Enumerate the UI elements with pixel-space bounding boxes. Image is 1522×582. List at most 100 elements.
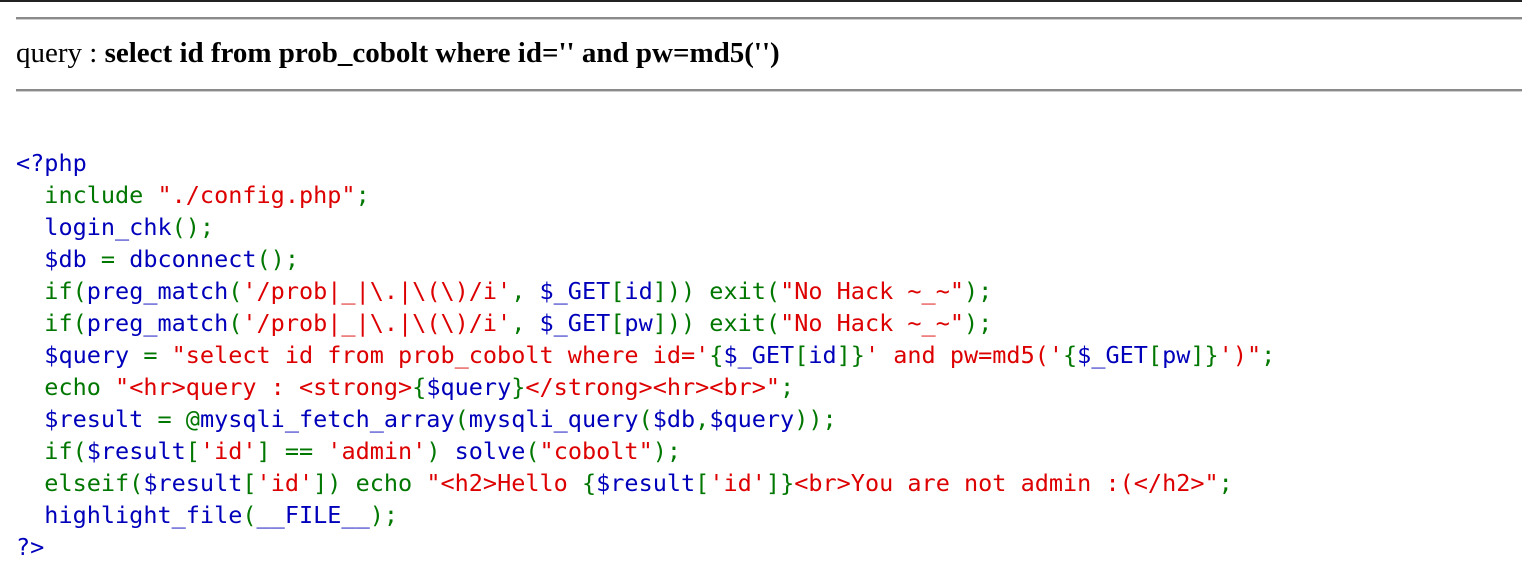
query-text: select id from prob_cobolt where id='' a… <box>104 37 780 69</box>
code-token-keyword: ) <box>426 437 455 465</box>
code-line: <?php <box>16 147 1275 179</box>
code-token-string: "No Hack ~_~" <box>780 309 964 337</box>
code-token-keyword: ])) exit( <box>652 277 781 305</box>
code-token-keyword: = <box>100 245 130 273</box>
code-token-keyword: [ <box>794 341 809 369</box>
code-token-keyword: ]} <box>765 469 795 497</box>
code-line: highlight_file(__FILE__); <box>16 499 1275 531</box>
code-token-keyword: ]} <box>836 341 865 369</box>
code-token-keyword: [ <box>185 437 200 465</box>
code-token-keyword: = <box>143 341 172 369</box>
code-token-keyword: ( <box>525 437 540 465</box>
code-token-default: preg_match <box>86 277 229 305</box>
top-edge <box>0 0 1522 2</box>
code-token-default: $db <box>16 245 101 273</box>
code-line: if($result['id'] == 'admin') solve("cobo… <box>16 435 1275 467</box>
code-token-keyword: [ <box>1147 341 1163 369</box>
code-token-string: "./config.php" <box>157 181 356 209</box>
code-token-keyword: (); <box>256 245 299 273</box>
code-token-keyword: ( <box>228 277 243 305</box>
code-token-default: id <box>624 277 653 305</box>
code-token-keyword: [ <box>242 469 257 497</box>
code-token-string: "cobolt" <box>539 437 653 465</box>
code-token-keyword: ; <box>780 373 795 401</box>
code-token-string: </strong><hr><br>" <box>525 373 781 401</box>
code-token-default: mysqli_fetch_array <box>199 405 455 433</box>
code-token-keyword: , <box>695 405 710 433</box>
code-line: $query = "select id from prob_cobolt whe… <box>16 339 1275 371</box>
code-token-string: "No Hack ~_~" <box>780 277 964 305</box>
code-token-default: pw <box>624 309 653 337</box>
code-token-default: $result <box>143 469 243 497</box>
code-token-default: $result <box>86 437 186 465</box>
code-token-keyword: } <box>511 373 526 401</box>
horizontal-rule-bottom <box>16 89 1522 92</box>
code-token-keyword: [ <box>610 277 625 305</box>
code-line: if(preg_match('/prob|_|\.|\(\)/i', $_GET… <box>16 275 1275 307</box>
code-token-keyword: , <box>511 277 540 305</box>
code-token-string: ')" <box>1218 341 1262 369</box>
code-token-default: $db <box>652 405 696 433</box>
code-token-keyword: if( <box>16 277 87 305</box>
code-token-default: mysqli_query <box>468 405 639 433</box>
query-line: query : select id from prob_cobolt where… <box>16 37 780 70</box>
code-line: login_chk(); <box>16 211 1275 243</box>
code-token-default: $query <box>16 341 144 369</box>
code-token-string: 'id' <box>709 469 766 497</box>
code-token-keyword: ; <box>1218 469 1233 497</box>
code-token-default: $query <box>709 405 795 433</box>
code-token-string: "<h2>Hello <box>426 469 582 497</box>
code-token-default: dbconnect <box>129 245 257 273</box>
code-token-keyword: ); <box>652 437 682 465</box>
code-token-string: ' and pw=md5(' <box>864 341 1064 369</box>
code-token-string: 'id' <box>199 437 257 465</box>
code-token-keyword: elseif( <box>16 469 144 497</box>
horizontal-rule-top <box>16 17 1522 20</box>
code-token-string: <br>You are not admin :(</h2>" <box>794 469 1219 497</box>
code-token-keyword: include <box>16 181 158 209</box>
code-token-string: "select id from prob_cobolt where id=' <box>171 341 710 369</box>
code-token-keyword: ; <box>355 181 370 209</box>
code-token-keyword: ])) exit( <box>652 309 781 337</box>
query-prefix: query : <box>16 37 105 69</box>
code-token-keyword: , <box>511 309 540 337</box>
code-token-keyword: { <box>581 469 597 497</box>
code-token-string: 'id' <box>256 469 314 497</box>
code-token-default: solve <box>454 437 526 465</box>
code-token-keyword: [ <box>695 469 710 497</box>
code-token-keyword: ( <box>454 405 469 433</box>
code-token-default: $result <box>16 405 158 433</box>
code-token-string: "<hr>query : <strong> <box>115 373 413 401</box>
code-token-default: $_GET <box>539 309 611 337</box>
code-token-default: id <box>808 341 837 369</box>
code-token-keyword: ( <box>228 309 243 337</box>
code-token-keyword: { <box>709 341 724 369</box>
code-token-keyword: )); <box>794 405 837 433</box>
code-token-string: '/prob|_|\.|\(\)/i' <box>242 309 512 337</box>
code-token-default: ?> <box>16 533 45 561</box>
code-token-default: pw <box>1162 341 1191 369</box>
code-line: $db = dbconnect(); <box>16 243 1275 275</box>
code-token-keyword: { <box>1063 341 1078 369</box>
code-token-keyword: ( <box>638 405 653 433</box>
code-token-keyword: ]} <box>1190 341 1219 369</box>
code-token-string: '/prob|_|\.|\(\)/i' <box>242 277 512 305</box>
code-token-default: $_GET <box>1077 341 1148 369</box>
code-token-keyword: ); <box>964 309 993 337</box>
code-token-string: 'admin' <box>327 437 427 465</box>
code-token-keyword: if( <box>16 309 87 337</box>
code-token-default: highlight_file <box>16 501 243 529</box>
code-line: ?> <box>16 531 1275 563</box>
code-line: $result = @mysqli_fetch_array(mysqli_que… <box>16 403 1275 435</box>
code-token-default: preg_match <box>86 309 229 337</box>
code-token-keyword: (); <box>171 213 215 241</box>
code-token-default: $result <box>596 469 696 497</box>
code-token-keyword: ] == <box>256 437 328 465</box>
code-token-default: <?php <box>16 149 87 177</box>
code-token-keyword: ]) echo <box>313 469 427 497</box>
code-token-keyword: if( <box>16 437 87 465</box>
code-token-default: $query <box>426 373 512 401</box>
code-line: if(preg_match('/prob|_|\.|\(\)/i', $_GET… <box>16 307 1275 339</box>
code-token-keyword: ); <box>964 277 993 305</box>
code-token-keyword: [ <box>610 309 625 337</box>
